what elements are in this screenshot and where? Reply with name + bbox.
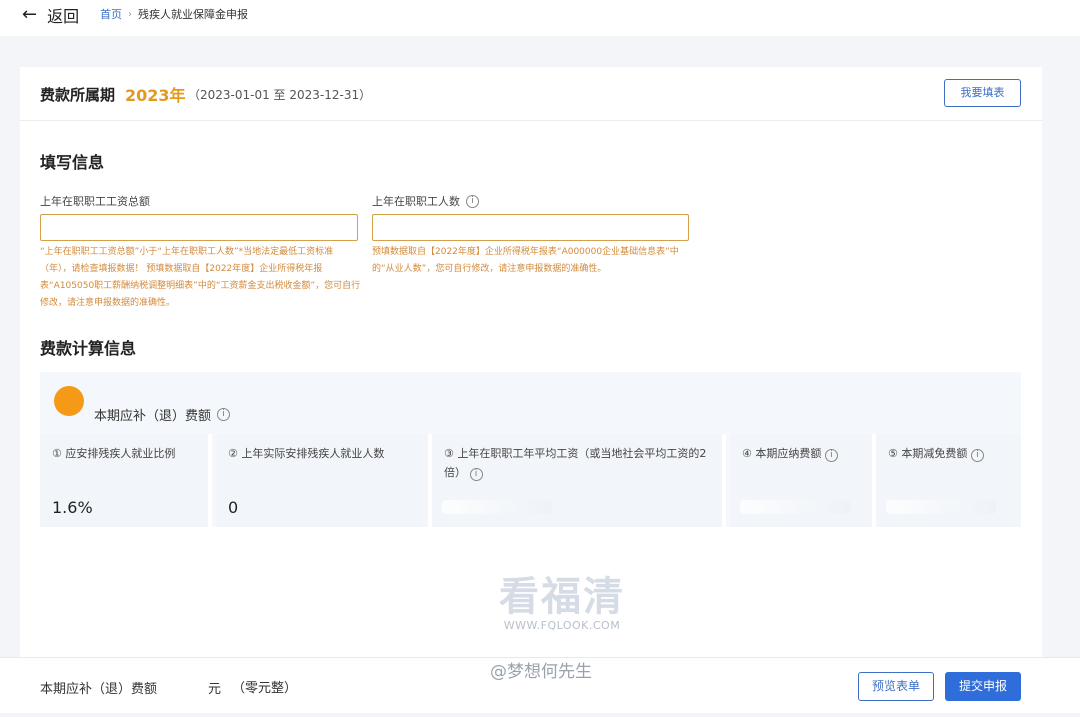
metric-card: ① 应安排残疾人就业比例 1.6% bbox=[40, 434, 212, 527]
metric-label: ④ 本期应纳费额 bbox=[742, 447, 822, 460]
metric-card: ⑤ 本期减免费额 i bbox=[876, 434, 1021, 527]
breadcrumb-separator: › bbox=[128, 8, 132, 20]
preview-form-button[interactable]: 预览表单 bbox=[858, 672, 934, 701]
total-wage-label-text: 上年在职职工工资总额 bbox=[40, 195, 150, 208]
calc-panel-title-text: 本期应补（退）费额 bbox=[94, 409, 212, 424]
fill-form-button[interactable]: 我要填表 bbox=[944, 79, 1021, 107]
arrow-left-icon: ← bbox=[22, 4, 38, 25]
metric-card: ④ 本期应纳费额 i bbox=[730, 434, 876, 527]
blurred-value bbox=[740, 500, 850, 514]
info-icon[interactable]: i bbox=[469, 468, 483, 481]
total-wage-hint: “上年在职职工工资总额”小于“上年在职职工人数”*当地法定最低工资标准（年），请… bbox=[40, 247, 361, 308]
info-icon[interactable]: i bbox=[824, 449, 838, 462]
metric-label: ① 应安排残疾人就业比例 bbox=[52, 447, 176, 460]
metric-label: ② 上年实际安排残疾人就业人数 bbox=[228, 447, 385, 460]
blurred-value bbox=[886, 500, 996, 514]
metric-card: ③ 上年在职职工年平均工资（或当地社会平均工资的2倍） i bbox=[432, 434, 726, 527]
calc-panel-title: 本期应补（退）费额 i bbox=[94, 405, 231, 424]
employee-count-input[interactable] bbox=[372, 214, 689, 241]
breadcrumb: 首页 › 残疾人就业保障金申报 bbox=[100, 6, 248, 22]
metric-label: ⑤ 本期减免费额 bbox=[888, 447, 968, 460]
fill-info-title: 填写信息 bbox=[40, 153, 105, 172]
period-year: 2023年 bbox=[125, 86, 186, 105]
top-bar: ← 返回 首页 › 残疾人就业保障金申报 bbox=[0, 0, 1080, 36]
back-label: 返回 bbox=[47, 7, 80, 26]
declaration-card: 费款所属期 2023年 （2023-01-01 至 2023-12-31） 我要… bbox=[20, 67, 1042, 657]
footer-amount-label: 本期应补（退）费额 bbox=[40, 682, 158, 697]
period-range: （2023-01-01 至 2023-12-31） bbox=[188, 88, 372, 102]
calc-info-title: 费款计算信息 bbox=[40, 339, 137, 358]
metric-label: ③ 上年在职职工年平均工资（或当地社会平均工资的2倍） bbox=[444, 447, 707, 479]
metric-value: 0 bbox=[228, 498, 239, 517]
total-wage-label: 上年在职职工工资总额 bbox=[40, 193, 150, 209]
back-button[interactable]: ← 返回 bbox=[22, 3, 79, 27]
period-label: 费款所属期 bbox=[40, 86, 116, 104]
breadcrumb-current: 残疾人就业保障金申报 bbox=[138, 8, 248, 21]
watermark: 看福清 WWW.FQLOOK.COM bbox=[492, 575, 632, 632]
watermark-brand: 看福清 bbox=[499, 574, 625, 620]
calc-panel: 本期应补（退）费额 i ① 应安排残疾人就业比例 1.6% ② 上年实际安排残疾… bbox=[40, 372, 1021, 527]
breadcrumb-home-link[interactable]: 首页 bbox=[100, 6, 122, 22]
employee-count-label-text: 上年在职职工人数 bbox=[372, 195, 460, 208]
info-icon[interactable]: i bbox=[970, 449, 984, 462]
blurred-value bbox=[442, 500, 552, 514]
watermark-author: @梦想何先生 bbox=[490, 662, 592, 682]
watermark-url: WWW.FQLOOK.COM bbox=[503, 619, 621, 632]
info-icon[interactable]: i bbox=[217, 408, 231, 421]
period-header: 费款所属期 2023年 （2023-01-01 至 2023-12-31） 我要… bbox=[20, 67, 1042, 121]
footer-unit: 元 bbox=[208, 682, 222, 697]
submit-declaration-button[interactable]: 提交申报 bbox=[945, 672, 1021, 701]
total-wage-input[interactable] bbox=[40, 214, 358, 241]
footer-amount-words: （零元整） bbox=[232, 681, 298, 696]
info-icon[interactable]: i bbox=[466, 194, 479, 208]
employee-count-hint: 预填数据取自【2022年度】企业所得税年报表“A000000企业基础信息表”中的… bbox=[372, 247, 679, 274]
employee-count-label: 上年在职职工人数 i bbox=[372, 193, 479, 209]
metric-card: ② 上年实际安排残疾人就业人数 0 bbox=[216, 434, 432, 527]
orange-dot-icon bbox=[54, 386, 84, 416]
metric-value: 1.6% bbox=[52, 498, 93, 517]
